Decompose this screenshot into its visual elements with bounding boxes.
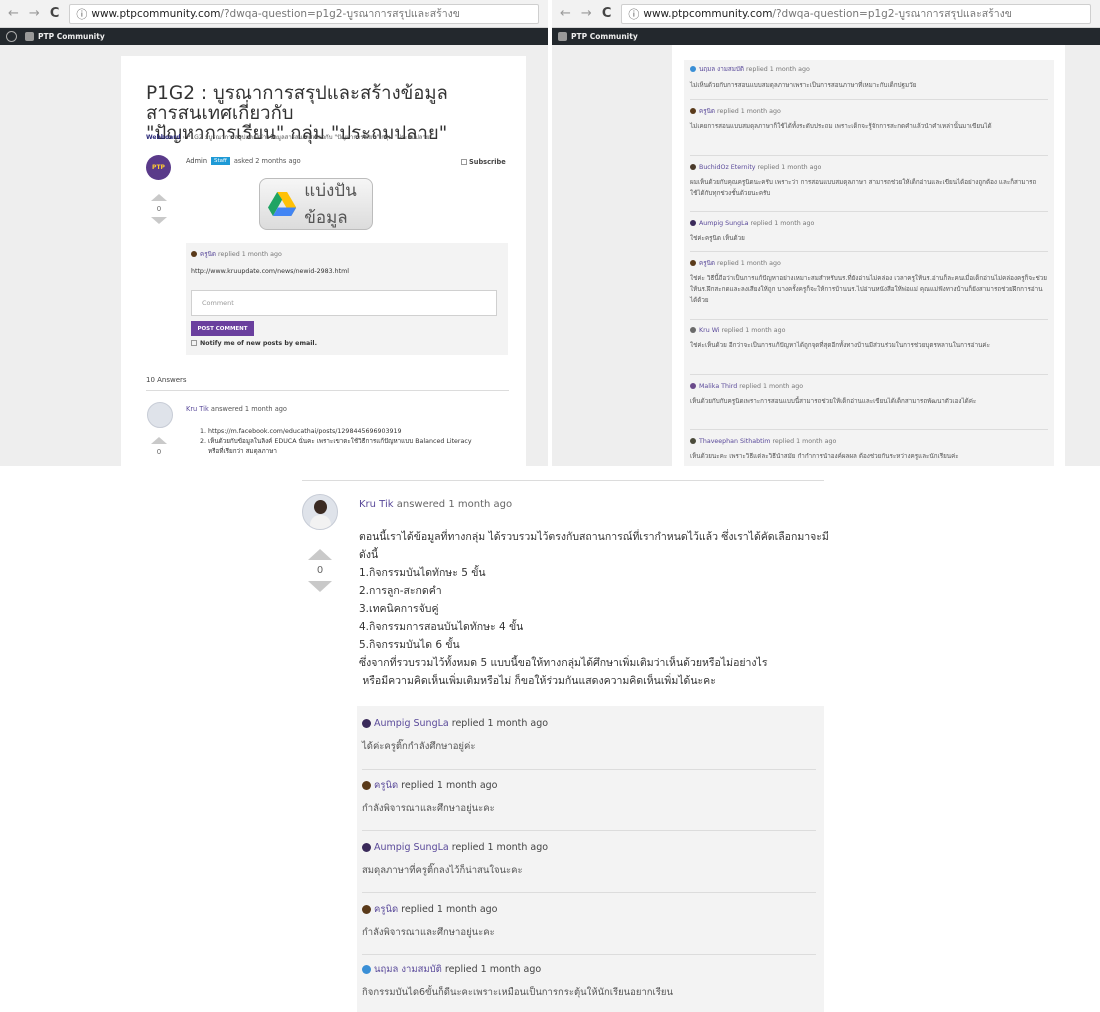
wordpress-icon[interactable] (6, 31, 17, 42)
avatar (690, 438, 696, 444)
admin-bar-left: PTP Community (0, 28, 548, 45)
address-bar[interactable]: ⓘ www.ptpcommunity.com /?dwqa-question=p… (621, 3, 1092, 24)
divider (362, 830, 816, 831)
admin-bar-right: PTP Community (552, 28, 1100, 45)
divider (362, 892, 816, 893)
comment-meta: ครูนิด replied 1 month ago (191, 250, 282, 259)
subscribe-toggle[interactable]: Subscribe (461, 158, 506, 167)
home-icon (25, 32, 34, 41)
divider (690, 319, 1048, 320)
url-path: /?dwqa-question=p1g2-บูรณาการสรุปและสร้า… (220, 8, 460, 20)
answer-body: 1. https://m.facebook.com/educathai/post… (200, 428, 472, 455)
divider (690, 211, 1048, 212)
breadcrumb-current: P1G2 : บูรณาการสรุปและสร้างข้อมูลสารสนเท… (186, 134, 433, 141)
staff-badge: Staff (211, 157, 230, 165)
reply-item: Aumpig SungLa replied 1 month ago ใช่ค่ะ… (690, 220, 815, 242)
browser-toolbar-right: ← → C ⓘ www.ptpcommunity.com /?dwqa-ques… (552, 0, 1100, 28)
vote-up-icon[interactable] (308, 549, 332, 560)
vote-down-icon[interactable] (151, 217, 167, 224)
avatar (690, 108, 696, 114)
back-button[interactable]: ← (8, 6, 19, 21)
comment-input[interactable]: Comment (191, 290, 497, 316)
avatar (362, 905, 371, 914)
divider (302, 480, 824, 481)
divider (690, 429, 1048, 430)
home-icon (558, 32, 567, 41)
browser-toolbar-left: ← → C ⓘ www.ptpcommunity.com /?dwqa-ques… (0, 0, 548, 28)
reply-item: Malika Third replied 1 month ago เห็นด้ว… (690, 383, 977, 405)
answer-vote: 0 (306, 549, 334, 592)
reply-item: Aumpig SungLa replied 1 month ago สมดุลภ… (362, 842, 549, 876)
avatar (690, 164, 696, 170)
notify-checkbox[interactable]: Notify me of new posts by email. (191, 339, 317, 348)
reply-item: BuchidOz Eternity replied 1 month ago ผม… (690, 164, 1037, 197)
answer-vote: 0 (150, 437, 168, 460)
avatar (690, 220, 696, 226)
post-comment-button[interactable]: POST COMMENT (191, 321, 254, 336)
answers-count: 10 Answers (146, 376, 187, 384)
reply-item: นฤมล งามสมบัติ replied 1 month ago กิจกร… (362, 964, 673, 998)
url-host: www.ptpcommunity.com (91, 7, 221, 20)
avatar (690, 327, 696, 333)
question-meta: Admin Staff asked 2 months ago (186, 157, 301, 165)
reply-item: ครูนิด replied 1 month ago ไม่เคยการสอนแ… (690, 108, 992, 130)
reply-item: ครูนิด replied 1 month ago ใช่ค่ะ วิธีนี… (690, 260, 1047, 304)
checkbox-icon[interactable] (191, 340, 197, 346)
google-drive-icon (268, 191, 297, 217)
vote-up-icon[interactable] (151, 194, 167, 201)
breadcrumb: Webboard › P1G2 : บูรณาการสรุปและสร้างข้… (146, 134, 433, 141)
divider (690, 374, 1048, 375)
vote-count: 0 (316, 565, 324, 576)
question-author[interactable]: Admin (186, 157, 207, 165)
avatar (690, 383, 696, 389)
kru-tik-avatar (302, 494, 338, 530)
url-host: www.ptpcommunity.com (643, 7, 773, 20)
avatar (362, 965, 371, 974)
avatar (362, 843, 371, 852)
reply-item: Aumpig SungLa replied 1 month ago ได้ค่ะ… (362, 718, 549, 752)
divider (146, 390, 509, 391)
admin-bar-site[interactable]: PTP Community (558, 32, 638, 41)
back-button[interactable]: ← (560, 6, 571, 21)
vote-count: 0 (156, 448, 162, 456)
breadcrumb-home[interactable]: Webboard (146, 134, 181, 141)
avatar (362, 719, 371, 728)
reload-button[interactable]: C (50, 6, 60, 21)
vote-count: 0 (156, 205, 162, 213)
url-path: /?dwqa-question=p1g2-บูรณาการสรุปและสร้า… (772, 8, 1012, 20)
divider (690, 99, 1048, 100)
reply-item: ครูนิด replied 1 month ago กำลังพิจารณาแ… (362, 780, 498, 814)
reply-item: ครูนิด replied 1 month ago กำลังพิจารณาแ… (362, 904, 498, 938)
avatar (690, 260, 696, 266)
vote-down-icon[interactable] (308, 581, 332, 592)
question-vote: 0 (150, 194, 168, 224)
forward-button[interactable]: → (29, 6, 40, 21)
answer-meta: Kru Tik answered 1 month ago (359, 499, 513, 510)
address-bar[interactable]: ⓘ www.ptpcommunity.com /?dwqa-question=p… (69, 3, 540, 24)
divider (690, 251, 1048, 252)
divider (362, 769, 816, 770)
info-icon[interactable]: ⓘ (76, 6, 87, 22)
admin-bar-site[interactable]: PTP Community (25, 32, 105, 41)
divider (362, 954, 816, 955)
checkbox-icon[interactable] (461, 159, 467, 165)
avatar (690, 66, 696, 72)
reply-item: Kru Wi replied 1 month ago ใช่ค่ะเห็นด้ว… (690, 327, 991, 349)
reload-button[interactable]: C (602, 6, 612, 21)
info-icon[interactable]: ⓘ (628, 6, 639, 22)
forward-button[interactable]: → (581, 6, 592, 21)
answer-body: ตอนนี้เราได้ข้อมูลที่ทางกลุ่ม ได้รวบรวมไ… (359, 531, 829, 687)
share-data-button[interactable]: แบ่งปันข้อมูล (259, 178, 373, 230)
kru-tik-avatar (147, 402, 173, 428)
vote-up-icon[interactable] (151, 437, 167, 444)
comment-link[interactable]: http://www.kruupdate.com/news/newid-2983… (191, 267, 349, 276)
reply-item: นฤมล งามสมบัติ replied 1 month ago ไม่เห… (690, 66, 917, 89)
answer-meta: Kru Tik answered 1 month ago (186, 405, 287, 413)
avatar (191, 251, 197, 257)
divider (690, 155, 1048, 156)
avatar (362, 781, 371, 790)
admin-avatar: PTP (146, 155, 171, 180)
reply-item: Thaveephan Sithabtim replied 1 month ago… (690, 438, 959, 460)
